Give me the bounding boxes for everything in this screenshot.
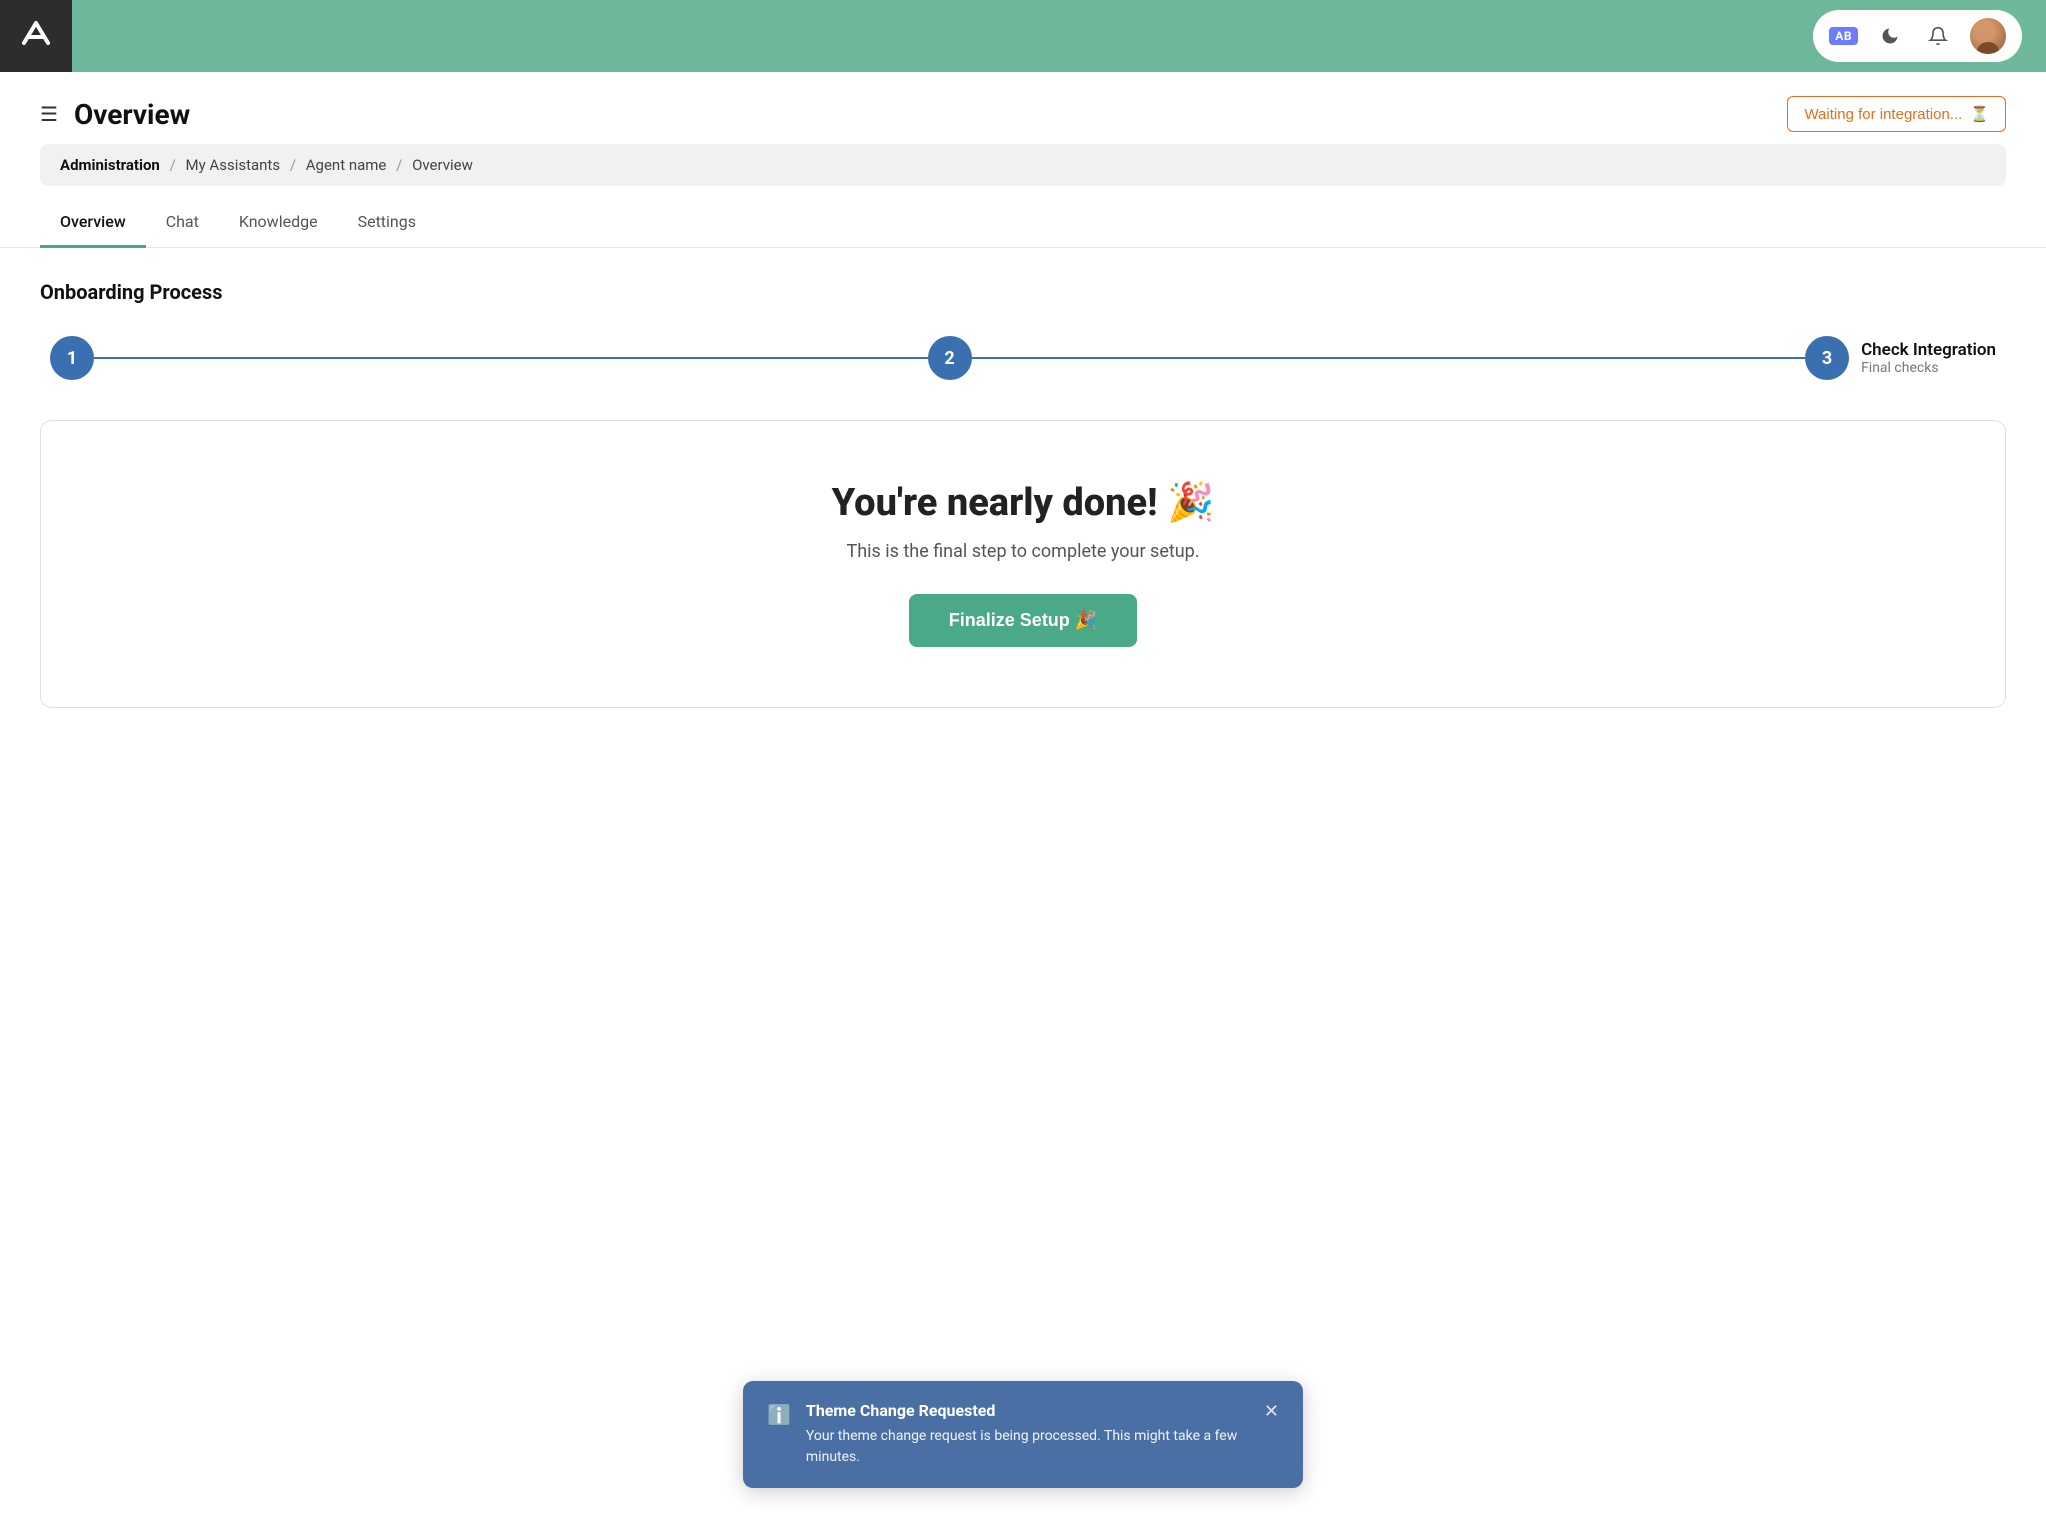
ab-icon[interactable]: AB xyxy=(1829,27,1858,45)
waiting-icon: ⏳ xyxy=(1970,105,1989,123)
main-layout: ☰ Overview Waiting for integration... ⏳ … xyxy=(0,72,2046,1528)
stepper: 1 2 3 Check Integration Final checks xyxy=(40,336,2006,380)
step-3-area: 3 Check Integration Final checks xyxy=(1805,336,1996,380)
tab-overview[interactable]: Overview xyxy=(40,198,146,248)
toast-info-icon: ℹ️ xyxy=(767,1403,792,1427)
logo-icon xyxy=(18,15,54,58)
breadcrumb-overview: Overview xyxy=(412,156,473,174)
tab-chat[interactable]: Chat xyxy=(146,198,219,248)
topbar-right: AB xyxy=(1813,10,2046,62)
toast-content: Theme Change Requested Your theme change… xyxy=(806,1401,1250,1468)
onboarding-card: You're nearly done! 🎉 This is the final … xyxy=(40,420,2006,708)
page-header: ☰ Overview Waiting for integration... ⏳ xyxy=(0,72,2046,144)
waiting-integration-button[interactable]: Waiting for integration... ⏳ xyxy=(1787,96,2006,132)
logo-area xyxy=(0,0,72,72)
step-2-circle: 2 xyxy=(928,336,972,380)
toast-body: Your theme change request is being proce… xyxy=(806,1426,1250,1468)
breadcrumb: Administration / My Assistants / Agent n… xyxy=(40,144,2006,186)
tabs-row: Overview Chat Knowledge Settings xyxy=(0,198,2046,248)
hamburger-button[interactable]: ☰ xyxy=(40,102,58,126)
tab-settings[interactable]: Settings xyxy=(338,198,436,248)
breadcrumb-agent-name[interactable]: Agent name xyxy=(306,156,387,174)
toast-close-button[interactable]: ✕ xyxy=(1264,1401,1279,1422)
content-area: Onboarding Process 1 2 3 Check Integrati… xyxy=(0,248,2046,788)
toast-title: Theme Change Requested xyxy=(806,1401,1250,1420)
theme-toggle-icon[interactable] xyxy=(1874,20,1906,52)
avatar[interactable] xyxy=(1970,18,2006,54)
waiting-label: Waiting for integration... xyxy=(1804,106,1962,123)
nearly-done-subtitle: This is the final step to complete your … xyxy=(81,541,1965,562)
step-1-circle: 1 xyxy=(50,336,94,380)
step-3-text: Check Integration Final checks xyxy=(1861,340,1996,376)
finalize-setup-button[interactable]: Finalize Setup 🎉 xyxy=(909,594,1137,647)
step-line-2 xyxy=(972,357,1806,359)
step-3-circle: 3 xyxy=(1805,336,1849,380)
breadcrumb-my-assistants[interactable]: My Assistants xyxy=(186,156,281,174)
tab-knowledge[interactable]: Knowledge xyxy=(219,198,338,248)
breadcrumb-sep1: / xyxy=(170,156,176,174)
nearly-done-title: You're nearly done! 🎉 xyxy=(81,481,1965,525)
notifications-icon[interactable] xyxy=(1922,20,1954,52)
topbar: AB xyxy=(0,0,2046,72)
header-left: ☰ Overview xyxy=(40,98,190,131)
step-line-1 xyxy=(94,357,928,359)
breadcrumb-sep3: / xyxy=(396,156,402,174)
page-title: Overview xyxy=(74,98,190,131)
topbar-controls: AB xyxy=(1813,10,2022,62)
breadcrumb-admin[interactable]: Administration xyxy=(60,156,160,174)
breadcrumb-sep2: / xyxy=(290,156,296,174)
toast-notification: ℹ️ Theme Change Requested Your theme cha… xyxy=(743,1381,1303,1488)
step-3-name: Check Integration xyxy=(1861,340,1996,360)
step-3-sub: Final checks xyxy=(1861,360,1996,376)
onboarding-section-title: Onboarding Process xyxy=(40,280,2006,304)
